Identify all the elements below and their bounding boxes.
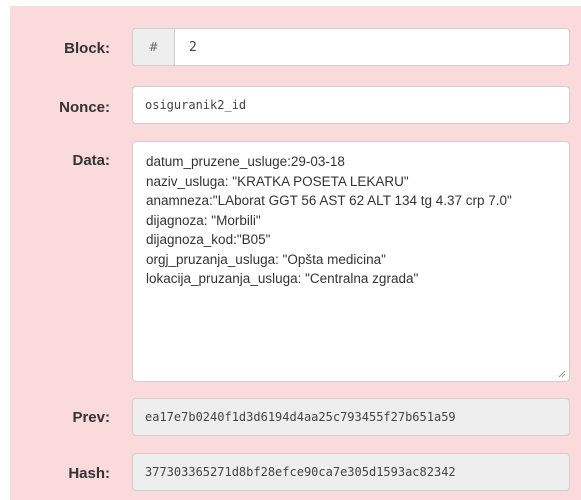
data-textarea[interactable]: datum_pruzene_usluge:29-03-18 naziv_uslu… — [132, 141, 570, 382]
hash-addon: # — [133, 29, 175, 65]
nonce-input[interactable]: osiguranik2_id — [132, 86, 570, 124]
data-label: Data: — [72, 152, 110, 169]
prev-hash-field[interactable]: ea17e7b0240f1d3d6194d4aa25c793455f27b651… — [132, 398, 570, 436]
prev-label: Prev: — [72, 409, 110, 426]
block-label: Block: — [64, 40, 110, 57]
block-input[interactable]: # 2 — [132, 28, 570, 66]
prev-hash-value: ea17e7b0240f1d3d6194d4aa25c793455f27b651… — [145, 410, 456, 424]
nonce-value: osiguranik2_id — [145, 98, 247, 112]
data-text: datum_pruzene_usluge:29-03-18 naziv_uslu… — [146, 154, 512, 286]
nonce-label: Nonce: — [59, 99, 110, 116]
hash-label: Hash: — [68, 465, 110, 482]
hash-field[interactable]: 377303365271d8bf28efce90ca7e305d1593ac82… — [132, 453, 570, 491]
block-card: Block: # 2 Nonce: osiguranik2_id Data: d… — [10, 6, 581, 500]
block-number-value: 2 — [189, 39, 197, 55]
hash-value: 377303365271d8bf28efce90ca7e305d1593ac82… — [145, 465, 456, 479]
resize-handle-icon[interactable] — [558, 370, 566, 378]
